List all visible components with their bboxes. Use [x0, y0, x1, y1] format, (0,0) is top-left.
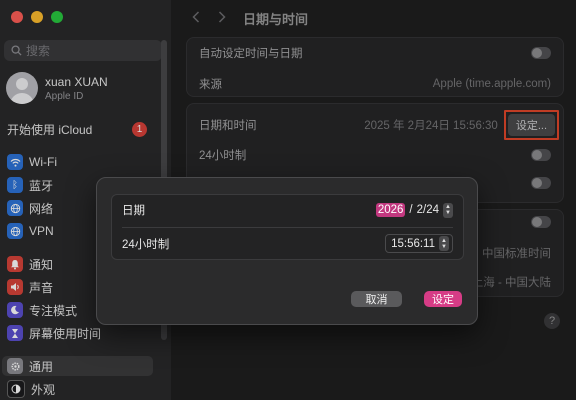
apple-id-account[interactable]: xuan XUAN Apple ID	[6, 72, 108, 104]
time-row: 24小时制 15:56:11 ▲ ▼	[122, 234, 453, 253]
date-time-row: 日期和时间 2025 年 2月24日 15:56:30 设定...	[199, 110, 559, 140]
time-stepper[interactable]: ▲ ▼	[439, 236, 449, 251]
date-separator: /	[409, 204, 413, 216]
avatar	[6, 72, 38, 104]
sidebar-item-wifi[interactable]: Wi-Fi	[7, 152, 149, 172]
sidebar-item-label: 专注模式	[29, 303, 78, 318]
date-label: 日期	[122, 205, 145, 217]
sidebar-item-label: 外观	[31, 382, 56, 397]
sidebar-item-label: 蓝牙	[29, 178, 54, 193]
account-name: xuan XUAN	[45, 74, 108, 89]
set-date-time-dialog: 日期 2026 / 2/24 ▲ ▼ 24小时制 15:56:11 ▲ ▼ 取消 设…	[96, 177, 478, 325]
search-icon	[11, 45, 22, 56]
cancel-button[interactable]: 取消	[351, 291, 402, 307]
stepper-down-icon: ▼	[441, 243, 447, 250]
h24-toggle[interactable]	[531, 149, 551, 161]
sidebar-item-label: VPN	[29, 224, 54, 238]
dialog-fields: 日期 2026 / 2/24 ▲ ▼ 24小时制 15:56:11 ▲ ▼	[111, 194, 464, 260]
sidebar-item-screen-time[interactable]: 屏幕使用时间	[7, 323, 149, 343]
vpn-globe-icon	[7, 223, 23, 239]
confirm-button[interactable]: 设定	[424, 291, 462, 307]
close-window-button[interactable]	[11, 11, 23, 23]
notification-badge: 1	[132, 122, 147, 137]
auto-time-toggle[interactable]	[531, 47, 551, 59]
time-picker[interactable]: 15:56:11 ▲ ▼	[385, 234, 453, 253]
wifi-icon	[7, 154, 23, 170]
forward-button[interactable]	[213, 7, 231, 27]
sidebar-item-label: 通知	[29, 257, 54, 272]
divider	[122, 227, 453, 228]
date-time-value: 2025 年 2月24日 15:56:30	[364, 120, 498, 132]
sidebar-item-label: 声音	[29, 280, 54, 295]
sidebar-item-label: 通用	[29, 359, 54, 374]
h24-label: 24小时制	[199, 150, 247, 162]
minimize-window-button[interactable]	[31, 11, 43, 23]
sidebar-item-general[interactable]: 通用	[2, 356, 153, 376]
page-title: 日期与时间	[243, 12, 309, 27]
icloud-setup-item[interactable]: 开始使用 iCloud 1	[7, 121, 147, 138]
gear-icon	[7, 358, 23, 374]
chevron-left-icon	[192, 11, 200, 23]
date-stepper[interactable]: ▲ ▼	[443, 202, 453, 218]
source-label: 来源	[199, 79, 222, 91]
setting-toggle[interactable]	[531, 177, 551, 189]
window-controls	[11, 11, 63, 23]
set-button-label: 设定...	[507, 114, 555, 136]
bell-icon	[7, 256, 23, 272]
sidebar-item-appearance[interactable]: 外观	[7, 379, 149, 399]
date-row: 日期 2026 / 2/24 ▲ ▼	[122, 202, 453, 218]
icloud-label: 开始使用 iCloud	[7, 123, 93, 137]
h24-dialog-label: 24小时制	[122, 238, 170, 251]
date-time-label: 日期和时间	[199, 120, 257, 132]
sidebar-item-label: 屏幕使用时间	[29, 326, 102, 341]
auto-time-label: 自动设定时间与日期	[199, 48, 303, 60]
appearance-icon	[7, 380, 25, 398]
search-field[interactable]	[4, 40, 162, 61]
location-value: 上海 - 中国大陆	[471, 277, 551, 289]
bluetooth-icon: ᛒ	[7, 177, 23, 193]
auto-timezone-toggle[interactable]	[531, 216, 551, 228]
hourglass-icon	[7, 325, 23, 341]
year-segment[interactable]: 2026	[375, 203, 406, 217]
help-button[interactable]: ?	[544, 313, 560, 329]
back-button[interactable]	[187, 7, 205, 27]
stepper-down-icon: ▼	[445, 210, 451, 216]
speaker-icon	[7, 279, 23, 295]
source-row: 来源 Apple (time.apple.com)	[199, 76, 551, 92]
set-date-time-button[interactable]: 设定...	[503, 110, 559, 140]
sidebar-item-label: Wi-Fi	[29, 155, 57, 169]
sidebar-item-label: 网络	[29, 201, 54, 216]
moon-icon	[7, 302, 23, 318]
zoom-window-button[interactable]	[51, 11, 63, 23]
timezone-value: 中国标准时间	[482, 248, 551, 260]
month-day-segment[interactable]: 2/24	[417, 204, 439, 216]
auto-time-row: 自动设定时间与日期	[199, 45, 551, 61]
chevron-right-icon	[218, 11, 226, 23]
source-value: Apple (time.apple.com)	[432, 78, 551, 90]
search-input[interactable]	[26, 43, 146, 58]
account-subtitle: Apple ID	[45, 90, 84, 102]
time-value[interactable]: 15:56:11	[391, 238, 435, 250]
date-picker[interactable]: 2026 / 2/24 ▲ ▼	[375, 202, 453, 218]
globe-icon	[7, 200, 23, 216]
h24-row: 24小时制	[199, 147, 551, 163]
auto-time-card: 自动设定时间与日期 来源 Apple (time.apple.com)	[186, 37, 564, 97]
